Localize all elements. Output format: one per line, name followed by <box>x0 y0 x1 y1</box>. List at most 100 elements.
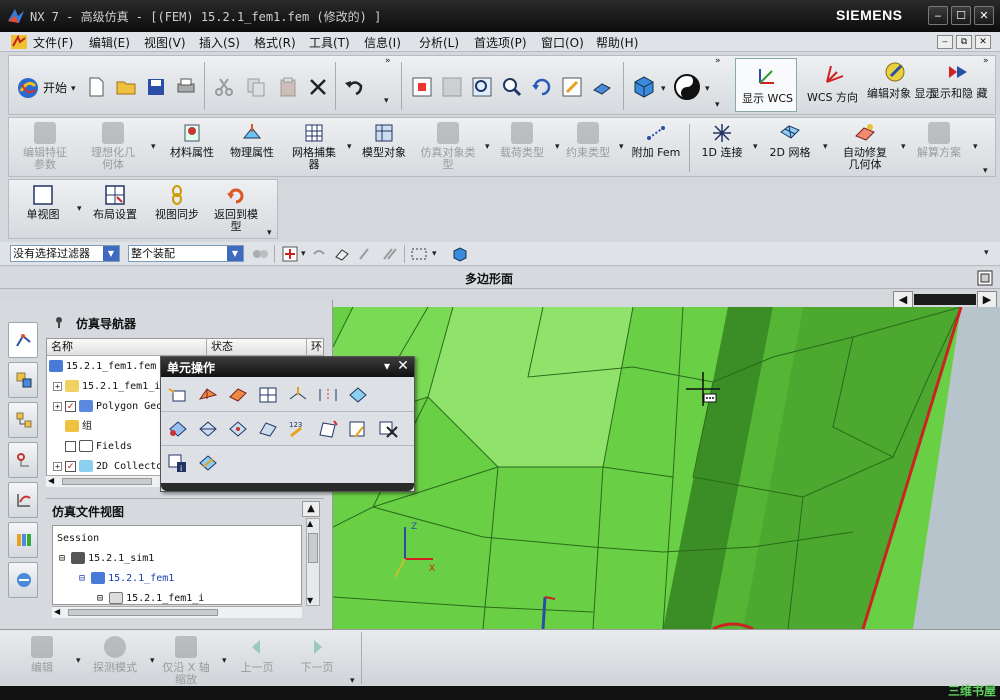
perspective-icon[interactable] <box>591 76 613 98</box>
mdi-restore-button[interactable]: ⧉ <box>956 35 972 49</box>
scroll-thumb[interactable] <box>68 609 218 616</box>
column-header-status[interactable]: 状态 <box>207 339 307 356</box>
fit-view-icon[interactable] <box>411 76 433 98</box>
tab-constraint-navigator[interactable] <box>8 442 38 478</box>
layout-settings-button[interactable]: 布局设置 <box>85 184 145 221</box>
select-object-icon[interactable] <box>333 245 351 263</box>
paste-icon[interactable] <box>277 76 299 98</box>
new-file-icon[interactable] <box>85 76 107 98</box>
expand-icon[interactable]: + <box>53 401 62 411</box>
file-view-vertical-scrollbar[interactable]: ▲ ▼ <box>306 518 320 606</box>
tab-part-navigator[interactable] <box>8 402 38 438</box>
mesh-collector-dropdown-icon[interactable]: ▾ <box>347 142 352 152</box>
mdi-minimize-button[interactable]: ‒ <box>937 35 953 49</box>
scroll-up-arrow-icon[interactable]: ▲ <box>307 519 313 528</box>
expand-icon[interactable]: + <box>53 461 62 471</box>
model-objects-button[interactable]: 模型对象 <box>355 122 413 159</box>
sim-object-type-button[interactable]: 仿真对象类 型 <box>415 122 481 171</box>
menu-format[interactable]: 格式(R) <box>254 34 296 51</box>
element-copy-translate-icon[interactable] <box>347 385 369 405</box>
probe-mode-button[interactable]: 探测模式 <box>84 636 146 674</box>
menu-info[interactable]: 信息(I) <box>364 34 401 51</box>
zoom-window-icon[interactable] <box>441 76 463 98</box>
show-wcs-button[interactable]: 显示 WCS <box>735 58 797 112</box>
1d-connection-dropdown-icon[interactable]: ▾ <box>753 142 758 152</box>
start-label[interactable]: 开始 <box>43 79 67 96</box>
menu-window[interactable]: 窗口(O) <box>541 34 584 51</box>
cut-icon[interactable] <box>213 76 235 98</box>
zoom-x-only-button[interactable]: 仅沿 X 轴 缩放 <box>154 636 218 686</box>
sim-object-dropdown-icon[interactable]: ▾ <box>485 142 490 152</box>
element-info-icon[interactable]: i <box>167 453 189 473</box>
open-folder-icon[interactable] <box>115 76 137 98</box>
select-mode-dropdown-icon[interactable]: ▾ <box>432 249 437 259</box>
file-tree-row[interactable]: ⊟ 15.2.1_fem1 <box>79 570 174 588</box>
scroll-left-button[interactable]: ◀ <box>893 291 913 308</box>
dock-window-icon[interactable] <box>976 269 994 287</box>
delete-icon[interactable] <box>307 76 329 98</box>
view-sync-button[interactable]: 视图同步 <box>147 184 207 221</box>
pan-icon[interactable] <box>561 76 583 98</box>
menu-analysis[interactable]: 分析(L) <box>419 34 459 51</box>
wcs-direction-button[interactable]: WCS 方向 <box>803 58 863 112</box>
menu-edit[interactable]: 编辑(E) <box>89 34 130 51</box>
minimize-button[interactable]: ‒ <box>928 6 948 25</box>
scroll-thumb[interactable] <box>62 478 152 485</box>
copy-icon[interactable] <box>245 76 267 98</box>
previous-page-button[interactable]: 上一页 <box>230 636 284 674</box>
fem-select-icon[interactable] <box>450 244 470 264</box>
quick-pick-icon[interactable] <box>380 245 398 263</box>
single-view-button[interactable]: 单视图 <box>13 184 73 221</box>
toolbar-dropdown-icon[interactable]: ▾ <box>384 359 390 373</box>
zoom-icon[interactable] <box>471 76 493 98</box>
menu-insert[interactable]: 插入(S) <box>199 34 240 51</box>
file-tree-row[interactable]: Session <box>57 530 99 548</box>
visibility-checkbox[interactable] <box>65 440 76 452</box>
toolbar-options-icon[interactable]: ▾ <box>715 100 720 110</box>
toolbar-options-icon[interactable]: ▾ <box>350 676 355 686</box>
visibility-checkbox[interactable]: ✓ <box>65 460 76 472</box>
attach-fem-button[interactable]: 附加 Fem <box>627 122 685 159</box>
toolbar-overflow-icon[interactable]: » <box>983 56 989 66</box>
snap-dropdown-icon[interactable]: ▾ <box>301 249 306 259</box>
menu-file[interactable]: 文件(F) <box>33 34 73 51</box>
next-page-button[interactable]: 下一页 <box>290 636 344 674</box>
tab-simulation-navigator[interactable] <box>8 322 38 358</box>
selection-filter-dropdown[interactable]: 没有选择过滤器 ▼ <box>10 245 120 262</box>
mesh-collector-button[interactable]: 网格捕集 器 <box>285 122 343 171</box>
idealize-dropdown-icon[interactable]: ▾ <box>151 142 156 152</box>
solution-button[interactable]: 解算方案 <box>907 122 971 159</box>
maximize-button[interactable]: ☐ <box>951 6 971 25</box>
auto-heal-dropdown-icon[interactable]: ▾ <box>901 142 906 152</box>
idealize-geometry-button[interactable]: 理想化几 何体 <box>81 122 145 171</box>
renumber-elements-icon[interactable]: 123 <box>287 419 309 439</box>
collapse-icon[interactable]: ⊟ <box>79 573 85 584</box>
element-quality-icon[interactable] <box>197 453 219 473</box>
pin-icon[interactable] <box>52 315 66 329</box>
tab-assembly-navigator[interactable] <box>8 362 38 398</box>
tab-reuse-library[interactable] <box>8 522 38 558</box>
snap-icon[interactable] <box>250 244 270 264</box>
undo-icon[interactable] <box>343 76 365 98</box>
return-to-model-button[interactable]: 返回到模 型 <box>209 184 263 233</box>
zoom-in-out-icon[interactable] <box>501 76 523 98</box>
element-label-icon[interactable] <box>317 419 339 439</box>
element-copy-reflect-icon[interactable] <box>167 419 189 439</box>
element-edit-icon[interactable] <box>257 385 279 405</box>
material-properties-button[interactable]: 材料属性 <box>165 122 219 159</box>
physical-properties-button[interactable]: 物理属性 <box>225 122 279 159</box>
1d-connection-button[interactable]: 1D 连接 <box>695 122 749 159</box>
assembly-scope-dropdown[interactable]: 整个装配 ▼ <box>128 245 244 262</box>
toolbar-overflow-icon[interactable]: » <box>385 56 391 66</box>
background-icon[interactable] <box>673 73 701 101</box>
rectangle-select-icon[interactable] <box>410 245 428 263</box>
close-toolbar-button[interactable]: ✕ <box>395 359 411 374</box>
2d-mesh-dropdown-icon[interactable]: ▾ <box>823 142 828 152</box>
fem-mesh-view[interactable]: Z X <box>333 307 1000 629</box>
tab-internet-explorer[interactable] <box>8 562 38 598</box>
menu-preferences[interactable]: 首选项(P) <box>474 34 527 51</box>
general-snap-icon[interactable] <box>280 244 300 264</box>
delete-element-icon[interactable] <box>377 419 399 439</box>
background-dropdown-icon[interactable]: ▾ <box>705 84 710 94</box>
element-operations-titlebar[interactable]: 单元操作 ▾ ✕ <box>161 357 414 377</box>
